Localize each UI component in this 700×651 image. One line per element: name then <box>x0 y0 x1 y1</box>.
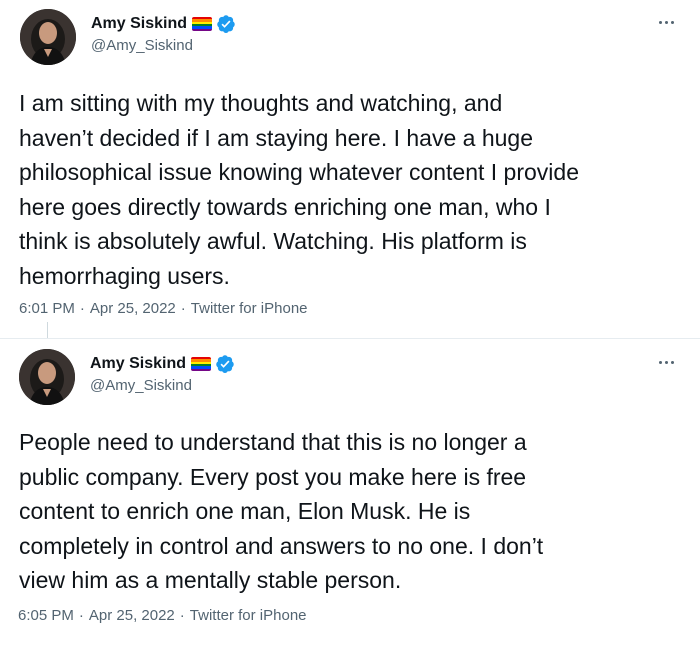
author-handle[interactable]: @Amy_Siskind <box>91 37 193 54</box>
tweet-text-line: content to enrich one man, Elon Musk. He… <box>19 498 471 524</box>
tweet-time: 6:05 PM <box>18 607 74 624</box>
author-row: Amy Siskind <box>91 13 236 35</box>
separator: · <box>78 607 84 624</box>
tweet-meta: 6:01 PM · Apr 25, 2022 · Twitter for iPhone <box>19 300 308 317</box>
author-name[interactable]: Amy Siskind <box>91 15 187 33</box>
tweet-text-line: I am sitting with my thoughts and watchi… <box>19 90 503 116</box>
avatar-image <box>19 349 75 405</box>
tweet-text: I am sitting with my thoughts and watchi… <box>19 86 689 293</box>
tweet-text-line: think is absolutely awful. Watching. His… <box>19 228 527 254</box>
tweet-source-link[interactable]: Twitter for iPhone <box>191 300 308 317</box>
tweet-text-line: hemorrhaging users. <box>19 262 230 289</box>
verified-badge-icon <box>215 354 235 374</box>
tweet-text: People need to understand that this is n… <box>19 425 689 598</box>
rainbow-flag-icon <box>191 357 212 371</box>
tweet-text-line: People need to understand that this is n… <box>19 429 527 455</box>
tweet-text-line: haven’t decided if I am staying here. I … <box>19 124 533 151</box>
thread-connector <box>47 322 48 338</box>
verified-badge-icon <box>216 14 236 34</box>
tweet-text-line: completely in control and answers to no … <box>19 532 544 559</box>
avatar[interactable] <box>20 9 76 65</box>
more-options-icon[interactable] <box>654 12 678 32</box>
tweet-timestamp[interactable]: 6:05 PM · Apr 25, 2022 <box>18 607 175 624</box>
author-row: Amy Siskind <box>90 353 235 375</box>
avatar[interactable] <box>19 349 75 405</box>
tweet-card[interactable]: Amy Siskind @Amy_Siskind People need to … <box>0 338 700 651</box>
separator: · <box>180 300 186 317</box>
tweet-card[interactable]: Amy Siskind @Amy_Siskind I am sitting wi… <box>0 0 700 338</box>
avatar-image <box>20 9 76 65</box>
tweet-date: Apr 25, 2022 <box>89 300 176 317</box>
rainbow-flag-icon <box>192 17 213 31</box>
author-handle[interactable]: @Amy_Siskind <box>90 377 192 394</box>
tweet-date: Apr 25, 2022 <box>88 607 175 624</box>
tweet-timestamp[interactable]: 6:01 PM · Apr 25, 2022 <box>19 300 176 317</box>
tweet-text-line: philosophical issue knowing whatever con… <box>19 159 579 185</box>
separator: · <box>179 607 185 624</box>
author-name[interactable]: Amy Siskind <box>90 355 186 373</box>
tweet-time: 6:01 PM <box>19 300 75 317</box>
tweet-text-line: view him as a mentally stable person. <box>19 567 402 593</box>
separator: · <box>79 300 85 317</box>
tweet-source-link[interactable]: Twitter for iPhone <box>190 607 307 624</box>
tweet-meta: 6:05 PM · Apr 25, 2022 · Twitter for iPhone <box>18 607 307 624</box>
tweet-text-line: here goes directly towards enriching one… <box>19 193 551 220</box>
tweet-text-line: public company. Every post you make here… <box>19 463 527 490</box>
more-options-icon[interactable] <box>654 352 678 372</box>
